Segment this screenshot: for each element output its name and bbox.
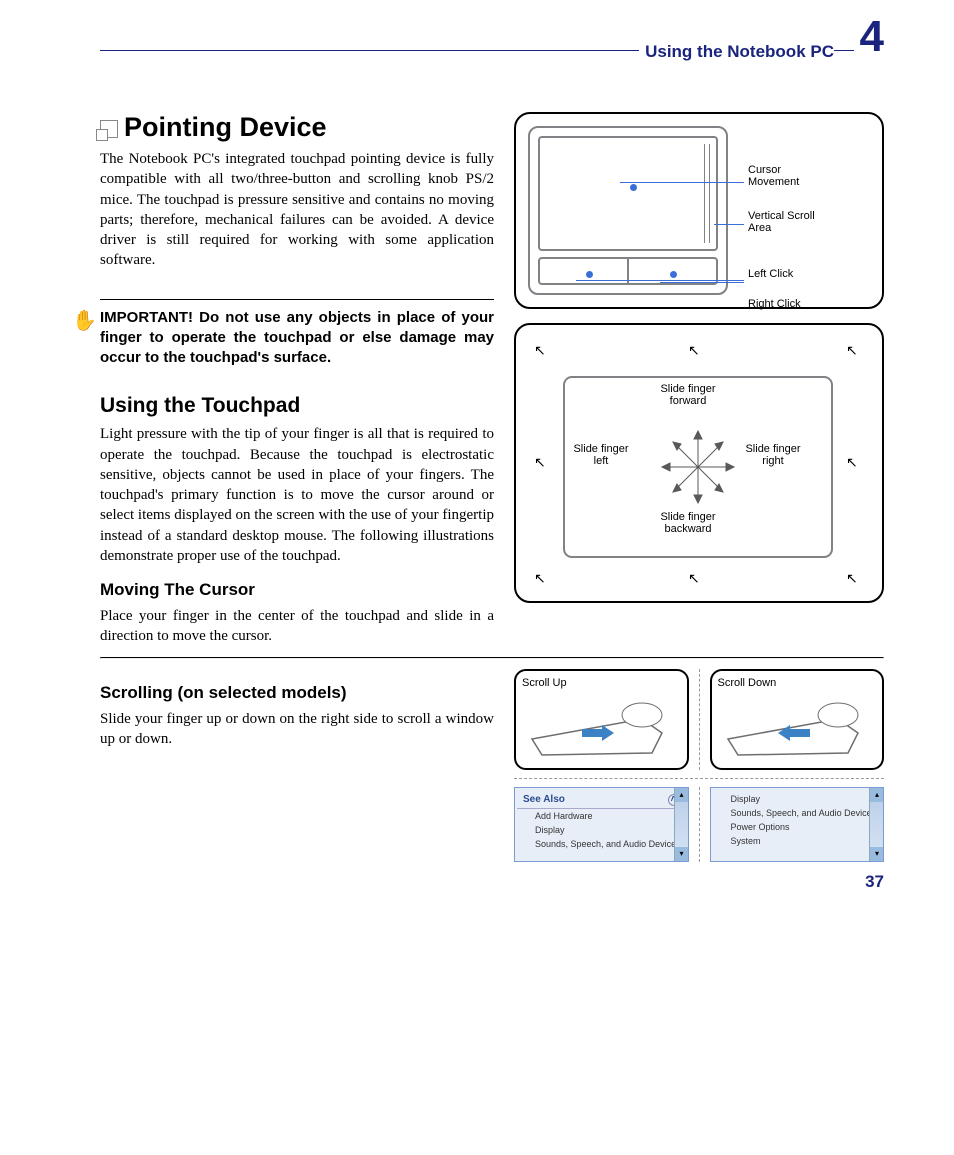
slide-direction-diagram: ↖ ↖ ↖ ↖ ↖ ↖ ↖ ↖ bbox=[514, 323, 884, 603]
page-title: Pointing Device bbox=[100, 112, 494, 143]
svg-text:↖: ↖ bbox=[688, 342, 700, 358]
moving-cursor-heading: Moving The Cursor bbox=[100, 580, 494, 600]
hand-icon: ✋ bbox=[72, 308, 97, 335]
scroll-down-diagram: Scroll Down bbox=[710, 669, 885, 770]
scroll-up-diagram: Scroll Up bbox=[514, 669, 689, 770]
intro-paragraph: The Notebook PC's integrated touchpad po… bbox=[100, 149, 494, 271]
vertical-scroll-label: Vertical Scroll Area bbox=[748, 210, 818, 234]
scroll-up-screenshot: See Also˄ Add Hardware Display Sounds, S… bbox=[514, 787, 689, 862]
header-section: Using the Notebook PC bbox=[639, 42, 834, 62]
scrolling-paragraph: Slide your finger up or down on the righ… bbox=[100, 709, 494, 750]
cursor-paragraph: Place your finger in the center of the t… bbox=[100, 606, 494, 647]
touchpad-anatomy-diagram: Cursor Movement Vertical Scroll Area Lef… bbox=[514, 112, 884, 309]
left-click-label: Left Click bbox=[748, 268, 793, 280]
svg-text:↖: ↖ bbox=[846, 342, 858, 358]
slide-backward-label: Slide finger backward bbox=[648, 511, 728, 535]
section-icon bbox=[100, 120, 118, 138]
touchpad-paragraph: Light pressure with the tip of your fing… bbox=[100, 424, 494, 566]
svg-text:↖: ↖ bbox=[688, 570, 700, 586]
page-number: 37 bbox=[100, 872, 884, 892]
right-click-label: Right Click bbox=[748, 298, 801, 310]
chapter-number: 4 bbox=[854, 12, 884, 62]
slide-right-label: Slide finger right bbox=[738, 443, 808, 467]
important-callout: ✋ IMPORTANT! Do not use any objects in p… bbox=[100, 299, 494, 377]
slide-forward-label: Slide finger forward bbox=[648, 383, 728, 407]
scroll-down-screenshot: Display Sounds, Speech, and Audio Device… bbox=[710, 787, 885, 862]
svg-text:↖: ↖ bbox=[534, 454, 546, 470]
svg-text:↖: ↖ bbox=[534, 342, 546, 358]
svg-text:↖: ↖ bbox=[846, 454, 858, 470]
using-touchpad-heading: Using the Touchpad bbox=[100, 394, 494, 418]
svg-text:↖: ↖ bbox=[534, 570, 546, 586]
slide-left-label: Slide finger left bbox=[566, 443, 636, 467]
svg-text:↖: ↖ bbox=[846, 570, 858, 586]
scrolling-heading: Scrolling (on selected models) bbox=[100, 683, 494, 703]
cursor-movement-label: Cursor Movement bbox=[748, 164, 808, 188]
